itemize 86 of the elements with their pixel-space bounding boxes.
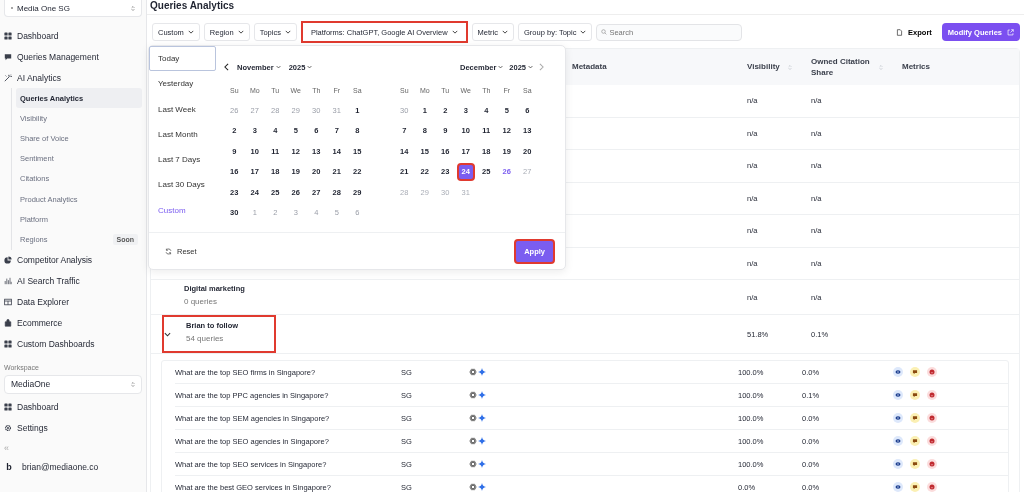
sparkle-icon — [478, 460, 486, 468]
search-icon — [601, 29, 608, 35]
comment-icon[interactable] — [910, 482, 920, 492]
gear-icon — [4, 424, 12, 432]
nav-item[interactable]: AI Search Traffic — [4, 270, 142, 292]
chevron-down-icon — [275, 65, 281, 69]
up-down-icon — [131, 4, 135, 12]
grid-icon — [4, 31, 12, 40]
swirl-icon — [469, 414, 477, 422]
refresh-icon — [165, 247, 172, 255]
page-title: Queries Analytics — [147, 0, 1024, 15]
workspace-selector[interactable]: MediaOne — [4, 374, 142, 394]
comment-icon[interactable] — [910, 436, 920, 446]
nav-item[interactable]: Data Explorer — [4, 291, 142, 313]
chevron-down-icon — [528, 65, 533, 69]
face-icon[interactable] — [927, 436, 937, 446]
eye-icon[interactable] — [893, 413, 903, 423]
comment-icon[interactable] — [910, 390, 920, 400]
pie-icon — [4, 256, 12, 264]
date-preset[interactable]: Yesterday — [149, 71, 216, 97]
face-icon[interactable] — [927, 459, 937, 469]
chevron-down-icon — [502, 30, 509, 34]
face-icon[interactable] — [927, 482, 937, 492]
date-preset[interactable]: Last 30 Days — [149, 172, 216, 198]
nav-item[interactable]: AI Analytics — [4, 67, 142, 88]
eye-icon[interactable] — [893, 367, 903, 377]
swirl-icon — [469, 483, 477, 491]
nav-item[interactable]: Custom Dashboards — [4, 333, 142, 355]
chevron-down-icon — [307, 65, 313, 69]
column-header[interactable]: Metadata — [572, 61, 607, 73]
query-count: 54 queries — [186, 334, 225, 343]
comment-icon[interactable] — [910, 413, 920, 423]
chevron-down-icon — [451, 30, 458, 34]
comment-icon[interactable] — [910, 459, 920, 469]
chevron-down-icon[interactable] — [164, 331, 171, 337]
date-preset[interactable]: Today — [149, 46, 216, 72]
face-icon[interactable] — [927, 367, 937, 377]
user-avatar: b — [5, 461, 13, 472]
date-preset[interactable]: Last Week — [149, 96, 216, 122]
chevron-down-icon — [580, 30, 587, 34]
eye-icon[interactable] — [893, 482, 903, 492]
bars-icon — [4, 277, 12, 285]
query-count: 0 queries — [184, 297, 218, 306]
chevron-down-icon — [284, 30, 291, 34]
date-preset[interactable]: Last 7 Days — [149, 147, 216, 173]
user-email: brian@mediaone.co — [22, 461, 99, 472]
sparkle-icon — [478, 437, 486, 445]
nav-item[interactable]: Queries Management — [4, 46, 142, 67]
date-preset[interactable]: Last Month — [149, 121, 216, 148]
sparkle-icon — [478, 391, 486, 399]
eye-icon[interactable] — [893, 459, 903, 469]
nav-item[interactable]: Settings — [4, 417, 142, 439]
chevron-down-icon — [237, 30, 244, 34]
face-icon[interactable] — [927, 413, 937, 423]
date-preset[interactable]: Custom — [149, 197, 216, 224]
swirl-icon — [469, 368, 477, 376]
nav-item[interactable]: Competitor Analysis — [4, 249, 142, 271]
sparkle-icon — [478, 483, 486, 491]
wand-icon — [4, 73, 12, 82]
external-link-icon — [1007, 28, 1014, 36]
chat-icon — [4, 52, 12, 61]
chevron-down-icon — [498, 65, 504, 69]
chevron-down-icon — [187, 30, 194, 34]
sparkle-icon — [478, 414, 486, 422]
column-header[interactable]: Owned Citation Share — [811, 55, 871, 79]
table-icon — [4, 298, 12, 306]
comment-icon[interactable] — [910, 367, 920, 377]
organization-selector[interactable]: Media One SG — [4, 0, 142, 17]
eye-icon[interactable] — [893, 390, 903, 400]
eye-icon[interactable] — [893, 436, 903, 446]
swirl-icon — [469, 437, 477, 445]
nav-item[interactable]: Dashboard — [4, 396, 142, 418]
column-header[interactable]: Metrics — [902, 61, 930, 73]
nav-item[interactable]: Dashboard — [4, 25, 142, 46]
swirl-icon — [469, 391, 477, 399]
swirl-icon — [469, 460, 477, 468]
sparkle-icon — [478, 368, 486, 376]
up-down-icon — [131, 380, 135, 388]
grid-icon — [4, 403, 12, 411]
grid-icon — [4, 340, 12, 348]
nav-item[interactable]: Ecommerce — [4, 312, 142, 334]
bag-icon — [4, 319, 12, 327]
previous-month-icon[interactable] — [224, 63, 229, 71]
column-header[interactable]: Visibility — [747, 61, 780, 73]
file-icon — [896, 28, 904, 36]
face-icon[interactable] — [927, 390, 937, 400]
